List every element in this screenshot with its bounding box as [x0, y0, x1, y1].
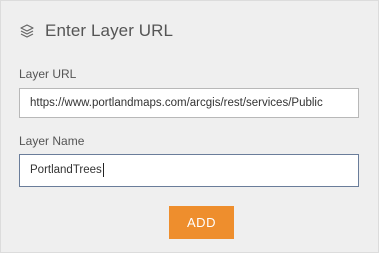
layer-url-input[interactable]: https://www.portlandmaps.com/arcgis/rest… [19, 88, 359, 118]
layer-name-label: Layer Name [19, 134, 85, 148]
panel-header: Enter Layer URL [19, 19, 173, 43]
text-caret [102, 162, 104, 177]
layer-url-value: https://www.portlandmaps.com/arcgis/rest… [30, 97, 323, 109]
layer-url-label: Layer URL [19, 67, 77, 81]
add-button[interactable]: ADD [169, 206, 234, 239]
panel-title: Enter Layer URL [45, 21, 174, 40]
layer-name-value: PortlandTrees [30, 164, 102, 176]
layer-name-input[interactable]: PortlandTrees [19, 154, 359, 187]
layers-icon [19, 23, 35, 39]
add-layer-panel: Enter Layer URL Layer URL https://www.po… [0, 0, 379, 253]
